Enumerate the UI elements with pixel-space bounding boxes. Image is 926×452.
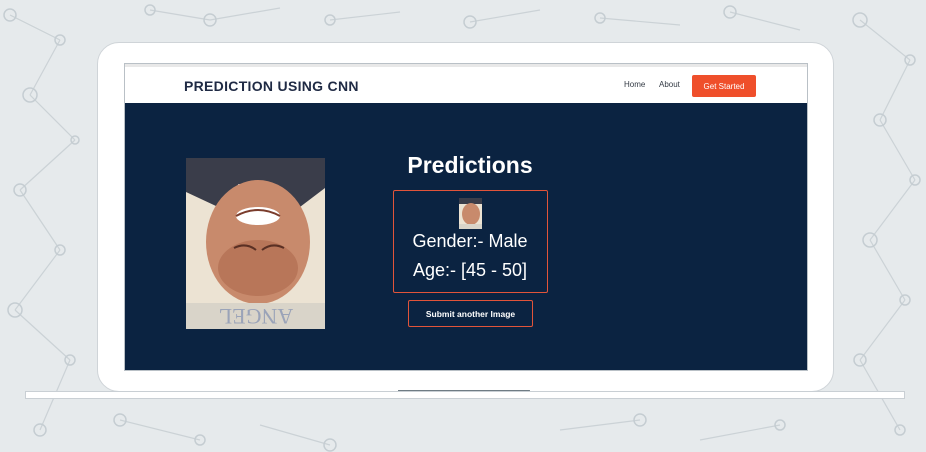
get-started-button[interactable]: Get Started [692,75,756,97]
submit-another-image-button[interactable]: Submit another Image [408,300,533,327]
age-prediction: Age:- [45 - 50] [412,260,528,280]
nav-about-link[interactable]: About [659,80,680,89]
navbar: PREDICTION USING CNN Home About Get Star… [125,64,807,103]
uploaded-face-image: ANGEL [186,158,325,329]
prediction-result-box: Gender:- Male Age:- [45 - 50] [393,190,548,293]
svg-text:ANGEL: ANGEL [219,304,294,329]
gender-prediction: Gender:- Male [412,231,528,251]
face-thumbnail [459,198,482,229]
laptop-base [25,391,905,399]
brand-title[interactable]: PREDICTION USING CNN [184,78,359,94]
app-screen: PREDICTION USING CNN Home About Get Star… [124,63,808,371]
predictions-title: Predictions [407,152,533,178]
nav-home-link[interactable]: Home [624,80,645,89]
